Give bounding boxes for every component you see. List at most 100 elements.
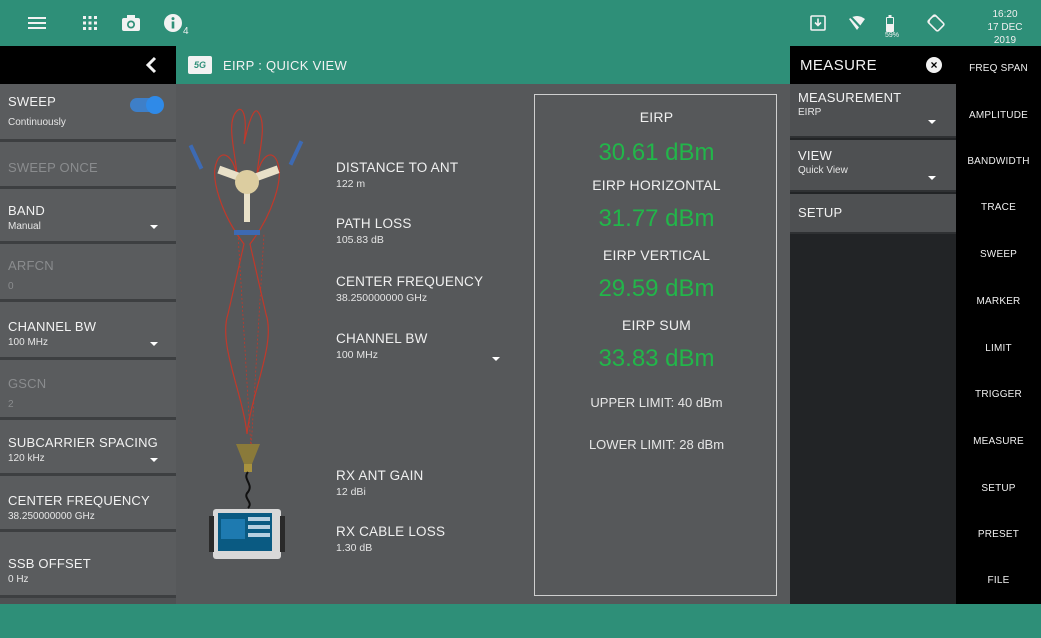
info-icon[interactable] <box>162 12 184 34</box>
band-value: Manual <box>8 221 41 232</box>
chevron-down-icon <box>928 120 936 124</box>
eirp-value: 30.61 dBm <box>598 139 715 166</box>
view-label: VIEW <box>798 148 833 163</box>
setup-button[interactable]: SETUP <box>790 194 956 234</box>
gscn-field: GSCN 2 <box>0 360 176 420</box>
distance-to-ant-info: DISTANCE TO ANT 122 m <box>336 160 458 190</box>
menu-item-trace[interactable]: TRACE <box>956 202 1041 213</box>
band-label: BAND <box>8 203 45 218</box>
bottom-bar <box>0 604 1041 638</box>
eirp-horizontal-label: EIRP HORIZONTAL <box>592 177 721 193</box>
menu-item-freq-span[interactable]: FREQ SPAN <box>956 63 1041 74</box>
menu-item-setup[interactable]: SETUP <box>956 483 1041 494</box>
distance-to-ant-label: DISTANCE TO ANT <box>336 160 459 175</box>
rotation-lock-icon[interactable] <box>925 12 947 34</box>
setup-label: SETUP <box>798 205 843 220</box>
sweep-once-button: SWEEP ONCE <box>0 142 176 189</box>
ssb-offset-field[interactable]: SSB OFFSET 0 Hz <box>0 532 176 598</box>
hamburger-menu-icon[interactable] <box>26 12 48 34</box>
channel-bw-value: 100 MHz <box>8 337 49 348</box>
battery-percent: 59% <box>885 32 900 39</box>
clock: 16:20 17 DEC 2019 <box>975 8 1035 47</box>
5g-logo: 5G <box>188 56 212 74</box>
menu-item-sweep[interactable]: SWEEP <box>956 249 1041 260</box>
close-icon[interactable]: × <box>926 57 942 73</box>
path-loss-value: 105.83 dB <box>336 234 384 246</box>
chevron-down-icon <box>150 458 158 462</box>
center-frequency-label: CENTER FREQUENCY <box>8 493 150 508</box>
subcarrier-spacing-value: 120 kHz <box>8 453 45 464</box>
chevron-down-icon <box>492 357 500 361</box>
center-frequency-field[interactable]: CENTER FREQUENCY 38.250000000 GHz <box>0 476 176 532</box>
center-frequency-info-value: 38.250000000 GHz <box>336 292 428 304</box>
sweep-toggle[interactable] <box>130 96 164 114</box>
channel-bw-info-value: 100 MHz <box>336 349 379 361</box>
channel-bw-info-label: CHANNEL BW <box>336 331 428 346</box>
subcarrier-spacing-select[interactable]: SUBCARRIER SPACING 120 kHz <box>0 420 176 476</box>
view-select[interactable]: VIEW Quick View <box>790 140 956 192</box>
chevron-down-icon <box>150 342 158 346</box>
measure-panel: MEASURE × MEASUREMENT EIRP VIEW Quick Vi… <box>790 46 956 604</box>
menu-item-measure[interactable]: MEASURE <box>956 436 1041 447</box>
info-badge-count: 4 <box>183 26 189 37</box>
rx-ant-gain-info: RX ANT GAIN 12 dBi <box>336 468 423 498</box>
left-panel-header <box>0 46 176 84</box>
measurement-select[interactable]: MEASUREMENT EIRP <box>790 84 956 138</box>
toggle-knob <box>146 96 164 114</box>
arfcn-field: ARFCN 0 <box>0 244 176 302</box>
arfcn-label: ARFCN <box>8 258 54 273</box>
measure-panel-title: MEASURE <box>800 57 877 74</box>
center-frequency-value: 38.250000000 GHz <box>8 511 95 522</box>
view-header: 5G EIRP : QUICK VIEW <box>176 46 790 84</box>
ssb-offset-label: SSB OFFSET <box>8 556 91 571</box>
rx-cable-loss-value: 1.30 dB <box>336 542 373 554</box>
gscn-value: 2 <box>8 399 14 410</box>
camera-icon[interactable] <box>120 12 142 34</box>
apps-grid-icon[interactable] <box>79 12 101 34</box>
ssb-offset-value: 0 Hz <box>8 574 29 585</box>
radiation-pattern <box>214 108 280 435</box>
clock-time: 16:20 <box>992 9 1018 20</box>
eirp-sum-value: 33.83 dBm <box>598 345 715 372</box>
rx-cable-loss-label: RX CABLE LOSS <box>336 524 446 539</box>
menu-item-file[interactable]: FILE <box>956 575 1041 586</box>
center-frequency-info: CENTER FREQUENCY 38.250000000 GHz <box>336 274 483 304</box>
sweep-setting[interactable]: SWEEP Continuously <box>0 84 176 142</box>
download-icon[interactable] <box>808 12 828 34</box>
rx-ant-gain-value: 12 dBi <box>336 486 366 498</box>
wifi-off-icon <box>846 12 868 34</box>
center-frequency-info-label: CENTER FREQUENCY <box>336 274 484 289</box>
path-loss-label: PATH LOSS <box>336 216 412 231</box>
rx-cable-loss-info: RX CABLE LOSS 1.30 dB <box>336 524 445 554</box>
menu-item-trigger[interactable]: TRIGGER <box>956 389 1041 400</box>
measurement-label: MEASUREMENT <box>798 90 902 105</box>
analyzer-instrument-icon <box>209 509 285 559</box>
eirp-setup-diagram <box>188 108 304 559</box>
base-station-antenna-icon <box>188 140 304 235</box>
path-loss-info: PATH LOSS 105.83 dB <box>336 216 412 246</box>
channel-bw-info[interactable]: CHANNEL BW 100 MHz <box>336 331 506 361</box>
view-title: EIRP : QUICK VIEW <box>223 58 348 73</box>
band-select[interactable]: BAND Manual <box>0 189 176 244</box>
sweep-once-label: SWEEP ONCE <box>8 160 98 175</box>
distance-to-ant-value: 122 m <box>336 178 366 190</box>
eirp-results-box: EIRP 30.61 dBm EIRP HORIZONTAL 31.77 dBm… <box>534 94 777 596</box>
menu-item-amplitude[interactable]: AMPLITUDE <box>956 110 1041 121</box>
chevron-down-icon <box>928 176 936 180</box>
measurement-value: EIRP <box>798 107 822 118</box>
menu-item-marker[interactable]: MARKER <box>956 296 1041 307</box>
menu-item-preset[interactable]: PRESET <box>956 529 1041 540</box>
eirp-horizontal-value: 31.77 dBm <box>598 205 715 232</box>
left-settings-panel: SWEEP Continuously SWEEP ONCE BAND Manua… <box>0 46 176 604</box>
main-view: 5G EIRP : QUICK VIEW DISTANCE TO ANT 122… <box>176 46 790 604</box>
sweep-value: Continuously <box>8 117 66 128</box>
eirp-vertical-value: 29.59 dBm <box>598 275 715 302</box>
back-chevron-icon[interactable] <box>144 56 158 74</box>
battery-icon <box>884 12 896 34</box>
channel-bw-select[interactable]: CHANNEL BW 100 MHz <box>0 302 176 360</box>
menu-item-limit[interactable]: LIMIT <box>956 343 1041 354</box>
subcarrier-spacing-label: SUBCARRIER SPACING <box>8 435 158 450</box>
eirp-vertical-label: EIRP VERTICAL <box>602 247 711 263</box>
view-value: Quick View <box>798 165 848 176</box>
menu-item-bandwidth[interactable]: BANDWIDTH <box>956 156 1041 167</box>
